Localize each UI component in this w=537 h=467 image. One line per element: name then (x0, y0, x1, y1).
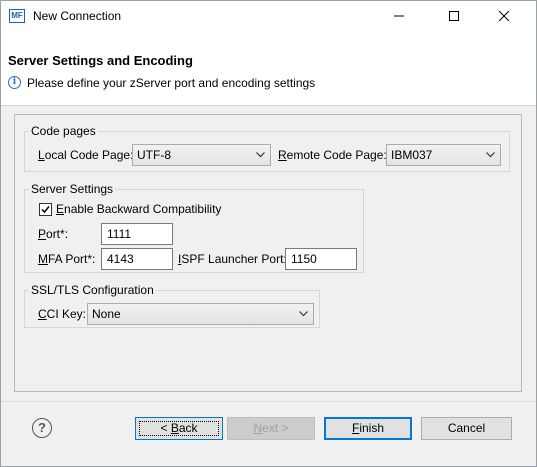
backward-compat-label[interactable]: Enable Backward Compatibility (56, 202, 221, 216)
finish-button[interactable]: Finish (324, 417, 412, 440)
code-pages-group: Code pages Local Code Page: UTF-8 Remote… (24, 124, 510, 172)
info-icon: i (8, 76, 21, 89)
ssl-group-title: SSL/TLS Configuration (29, 283, 156, 297)
backward-compat-label-text: nable Backward Compatibility (64, 202, 222, 216)
title-bar[interactable]: MF New Connection (1, 1, 536, 31)
chevron-down-icon (256, 152, 265, 158)
ispf-port-label-text: SPF Launcher Port: (181, 252, 287, 266)
server-settings-group-title: Server Settings (29, 182, 116, 196)
remote-code-page-label-text: emote Code Page: (286, 148, 387, 162)
settings-panel: Code pages Local Code Page: UTF-8 Remote… (14, 114, 522, 392)
server-settings-group: Server Settings Enable Backward Compatib… (24, 182, 364, 273)
mf-app-icon: MF (9, 9, 25, 23)
question-icon[interactable]: ? (32, 418, 52, 438)
finish-button-label: Finish (351, 421, 385, 435)
checkmark-icon (41, 206, 50, 214)
back-button[interactable]: < Back (135, 417, 223, 440)
cancel-button[interactable]: Cancel (421, 417, 512, 440)
maximize-button[interactable] (431, 1, 477, 31)
footer-divider (1, 401, 536, 402)
cci-key-label: CCI Key: (38, 307, 87, 321)
next-button-label: Next > (253, 421, 289, 435)
page-title: Server Settings and Encoding (8, 53, 193, 68)
local-code-page-label-text: ocal Code Page: (44, 148, 134, 162)
ispf-port-label: ISPF Launcher Port: (178, 252, 287, 266)
local-code-page-select[interactable]: UTF-8 (132, 144, 271, 166)
minimize-icon (394, 15, 404, 17)
ssl-group: SSL/TLS Configuration CCI Key: None (24, 283, 320, 328)
ispf-port-input[interactable]: 1150 (285, 248, 357, 270)
mfa-port-label: MFA Port*: (38, 252, 96, 266)
backward-compat-checkbox[interactable] (39, 203, 52, 216)
window-title: New Connection (33, 9, 122, 23)
minimize-button[interactable] (376, 1, 422, 31)
remote-code-page-label: Remote Code Page: (278, 148, 387, 162)
close-icon (499, 11, 509, 21)
cancel-button-label: Cancel (447, 421, 486, 435)
port-label: Port*: (38, 227, 69, 241)
mfa-port-label-text: FA Port*: (48, 252, 96, 266)
port-label-text: ort*: (46, 227, 69, 241)
cci-key-value: None (92, 307, 121, 321)
page-description: Please define your zServer port and enco… (27, 76, 316, 90)
next-button[interactable]: Next > (227, 417, 315, 440)
code-pages-group-title: Code pages (29, 124, 98, 138)
local-code-page-value: UTF-8 (137, 148, 171, 162)
port-input[interactable]: 1111 (101, 223, 173, 245)
dialog-window: MF New Connection Server Settings and En… (0, 0, 537, 467)
chevron-down-icon (486, 152, 495, 158)
maximize-icon (449, 11, 459, 21)
cci-key-select[interactable]: None (87, 303, 314, 325)
remote-code-page-select[interactable]: IBM037 (386, 144, 501, 166)
chevron-down-icon (299, 311, 308, 317)
close-button[interactable] (481, 1, 527, 31)
cci-key-label-text: CI Key: (46, 307, 87, 321)
local-code-page-label: Local Code Page: (38, 148, 134, 162)
remote-code-page-value: IBM037 (391, 148, 433, 162)
mfa-port-input[interactable]: 4143 (101, 248, 173, 270)
focus-ring (139, 421, 219, 436)
wizard-header: Server Settings and Encoding i Please de… (1, 31, 536, 106)
